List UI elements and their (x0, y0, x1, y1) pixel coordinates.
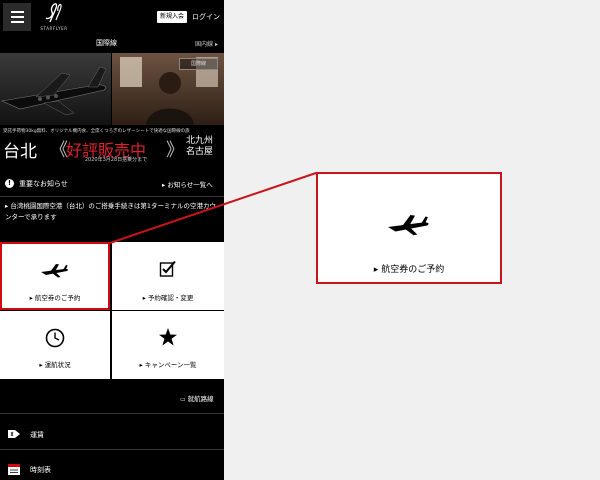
zoom-label: ▸ 航空券のご予約 (318, 262, 500, 275)
zoom-callout: ▸ 航空券のご予約 (316, 172, 502, 284)
callout-connector (109, 172, 317, 244)
airplane-icon (388, 215, 429, 236)
zoom-label-text: 航空券のご予約 (381, 265, 445, 275)
